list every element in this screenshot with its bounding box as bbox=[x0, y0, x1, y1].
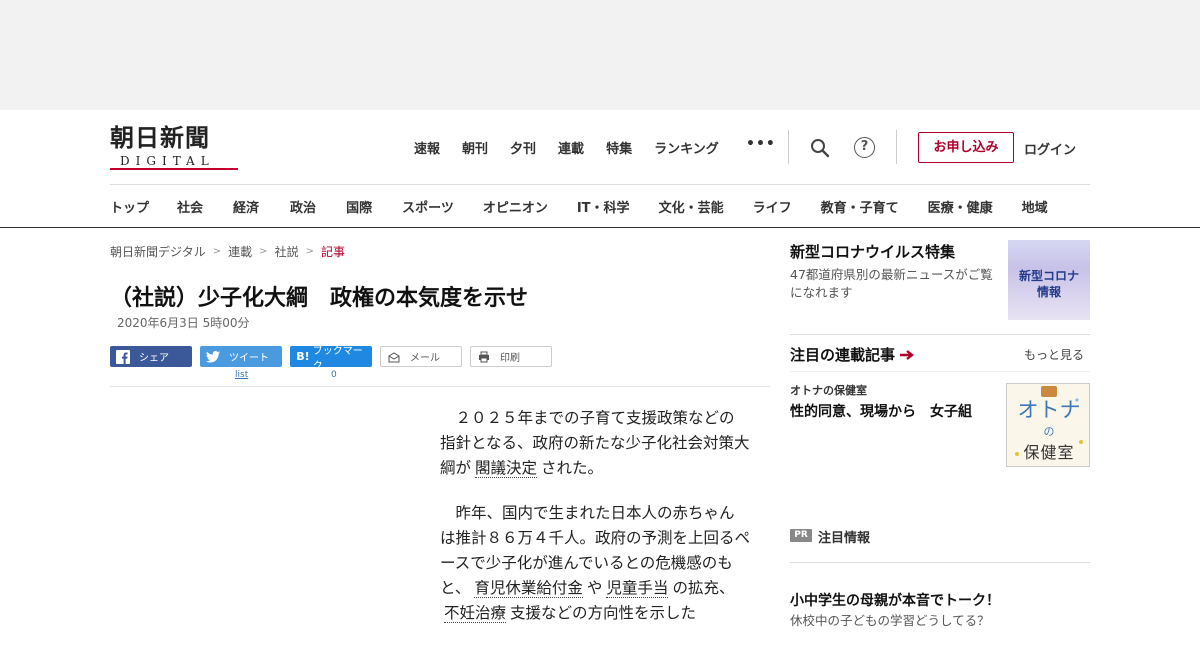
more-menu-icon[interactable]: ••• bbox=[746, 136, 776, 152]
series-heading-label: 注目の連載記事 bbox=[790, 346, 896, 364]
breadcrumb-item[interactable]: 連載 bbox=[228, 243, 252, 260]
site-header: 朝日新聞 DIGITAL 速報 朝刊 夕刊 連載 特集 ランキング ••• ? … bbox=[0, 110, 1200, 228]
category-nav-item[interactable]: IT・科学 bbox=[577, 197, 630, 216]
hatena-bookmark-button[interactable]: B! ブックマーク bbox=[290, 346, 372, 372]
logo-wordmark: 朝日新聞 bbox=[110, 123, 210, 152]
logo-digital-label: DIGITAL bbox=[120, 154, 215, 168]
breadcrumb-item[interactable]: 社説 bbox=[275, 243, 299, 260]
category-nav-item[interactable]: トップ bbox=[110, 197, 149, 216]
ad-banner-area bbox=[0, 0, 1200, 110]
divider bbox=[788, 130, 789, 164]
more-link[interactable]: もっと見る bbox=[1024, 346, 1084, 363]
thumb-text: 保健室 bbox=[1023, 443, 1075, 462]
facebook-share-label: シェア bbox=[139, 353, 169, 364]
glossary-link[interactable]: 育児休業給付金 bbox=[474, 579, 583, 598]
category-nav-item[interactable]: 教育・子育て bbox=[821, 197, 899, 216]
top-nav-item[interactable]: 速報 bbox=[414, 138, 440, 157]
category-nav-item[interactable]: オピニオン bbox=[483, 197, 548, 216]
twitter-share-label: ツイート bbox=[229, 353, 269, 364]
facebook-share-button[interactable]: シェア bbox=[110, 346, 192, 367]
chevron-right-icon: > bbox=[305, 246, 314, 257]
logo-accent-line bbox=[110, 168, 238, 170]
breadcrumb: 朝日新聞デジタル > 連載 > 社説 > 記事 bbox=[110, 243, 345, 260]
category-nav-item[interactable]: 医療・健康 bbox=[928, 197, 993, 216]
glossary-link[interactable]: 不妊治療 bbox=[444, 604, 507, 623]
top-nav-item[interactable]: 夕刊 bbox=[510, 138, 536, 157]
category-nav-item[interactable]: 文化・芸能 bbox=[659, 197, 724, 216]
top-nav-item[interactable]: 特集 bbox=[606, 138, 632, 157]
paragraph-text: の拡充、 bbox=[672, 579, 735, 597]
print-label: 印刷 bbox=[500, 353, 520, 364]
search-icon[interactable] bbox=[810, 138, 830, 158]
series-kicker: オトナの保健室 bbox=[790, 384, 867, 397]
top-nav-item[interactable]: ランキング bbox=[654, 138, 719, 157]
printer-icon bbox=[476, 349, 492, 365]
mail-icon bbox=[386, 349, 402, 365]
breadcrumb-item[interactable]: 朝日新聞デジタル bbox=[110, 243, 206, 260]
corona-feature-thumbnail[interactable]: 新型コロナ 情報 bbox=[1008, 240, 1090, 320]
twitter-bird-icon bbox=[205, 349, 221, 365]
series-thumbnail[interactable]: オトナ の 保健室 bbox=[1006, 383, 1090, 467]
twitter-count[interactable]: list bbox=[235, 370, 248, 380]
top-nav-item[interactable]: 連載 bbox=[558, 138, 584, 157]
site-logo[interactable]: 朝日新聞 DIGITAL bbox=[110, 123, 240, 170]
series-article-title[interactable]: 性的同意、現場から 女子組 bbox=[790, 401, 972, 421]
thumb-text: 情報 bbox=[1036, 285, 1061, 299]
glossary-link[interactable]: 閣議決定 bbox=[475, 459, 538, 478]
corona-feature-desc: 47都道府県別の最新ニュースがご覧になれます bbox=[790, 267, 993, 300]
category-nav-item[interactable]: ライフ bbox=[753, 197, 792, 216]
breadcrumb-current: 記事 bbox=[320, 245, 345, 259]
mail-share-label: メール bbox=[410, 353, 440, 364]
article-paragraph: ２０２５年までの子育て支援政策などの指針となる、政府の新たな少子化社会対策大綱が… bbox=[440, 406, 750, 481]
article-date: 2020年6月3日 5時00分 bbox=[117, 316, 250, 330]
category-nav: トップ 社会 経済 政治 国際 スポーツ オピニオン IT・科学 文化・芸能 ラ… bbox=[110, 197, 1048, 216]
divider bbox=[790, 371, 1090, 372]
chevron-right-icon: > bbox=[259, 246, 268, 257]
category-nav-item[interactable]: 経済 bbox=[233, 197, 259, 216]
arrow-right-icon bbox=[900, 349, 914, 360]
category-nav-item[interactable]: 社会 bbox=[177, 197, 203, 216]
pr-article-sub: 休校中の子どもの学習どうしてる？ bbox=[790, 613, 990, 628]
paragraph-text: された。 bbox=[541, 459, 604, 477]
corona-feature-title[interactable]: 新型コロナウイルス特集 bbox=[790, 241, 955, 262]
login-link[interactable]: ログイン bbox=[1024, 139, 1076, 158]
article-title: （社説）少子化大綱 政権の本気度を示せ bbox=[110, 286, 529, 311]
pr-heading: 注目情報 bbox=[818, 531, 871, 546]
help-icon[interactable]: ? bbox=[854, 137, 875, 158]
category-nav-item[interactable]: 政治 bbox=[290, 197, 316, 216]
top-nav-item[interactable]: 朝刊 bbox=[462, 138, 488, 157]
twitter-share-button[interactable]: ツイート bbox=[200, 346, 282, 367]
hatena-bookmark-label: ブックマーク bbox=[312, 345, 363, 372]
category-nav-item[interactable]: 地域 bbox=[1022, 197, 1048, 216]
pr-article-title[interactable]: 小中学生の母親が本音でトーク！ bbox=[790, 590, 1000, 610]
thumb-text: 新型コロナ bbox=[1018, 269, 1079, 283]
glossary-link[interactable]: 児童手当 bbox=[606, 579, 669, 598]
facebook-icon bbox=[115, 349, 131, 365]
thumb-text: の bbox=[1043, 425, 1055, 438]
article-body: ２０２５年までの子育て支援政策などの指針となる、政府の新たな少子化社会対策大綱が… bbox=[440, 406, 750, 646]
apply-button[interactable]: お申し込み bbox=[918, 132, 1014, 163]
chevron-right-icon: > bbox=[212, 246, 222, 257]
category-nav-item[interactable]: 国際 bbox=[346, 197, 372, 216]
mail-share-button[interactable]: メール bbox=[380, 346, 462, 367]
divider bbox=[790, 334, 1090, 335]
series-heading[interactable]: 注目の連載記事 bbox=[790, 344, 915, 365]
divider bbox=[790, 562, 1090, 563]
thumb-text: オトナ bbox=[1017, 398, 1081, 422]
divider bbox=[110, 386, 770, 387]
divider bbox=[896, 130, 897, 164]
top-nav: 速報 朝刊 夕刊 連載 特集 ランキング bbox=[414, 138, 741, 157]
article-paragraph: 昨年、国内で生まれた日本人の赤ちゃんは推計８６万４千人。政府の予測を上回るペース… bbox=[440, 501, 750, 626]
paragraph-text: や bbox=[586, 579, 603, 597]
paragraph-text: 支援などの方向性を示した bbox=[510, 604, 697, 622]
hatena-bookmark-icon: B! bbox=[296, 350, 310, 363]
pr-badge: PR bbox=[790, 529, 812, 542]
hatena-count: 0 bbox=[331, 370, 337, 380]
category-nav-item[interactable]: スポーツ bbox=[402, 197, 454, 216]
print-button[interactable]: 印刷 bbox=[470, 346, 552, 367]
divider bbox=[110, 184, 1090, 185]
